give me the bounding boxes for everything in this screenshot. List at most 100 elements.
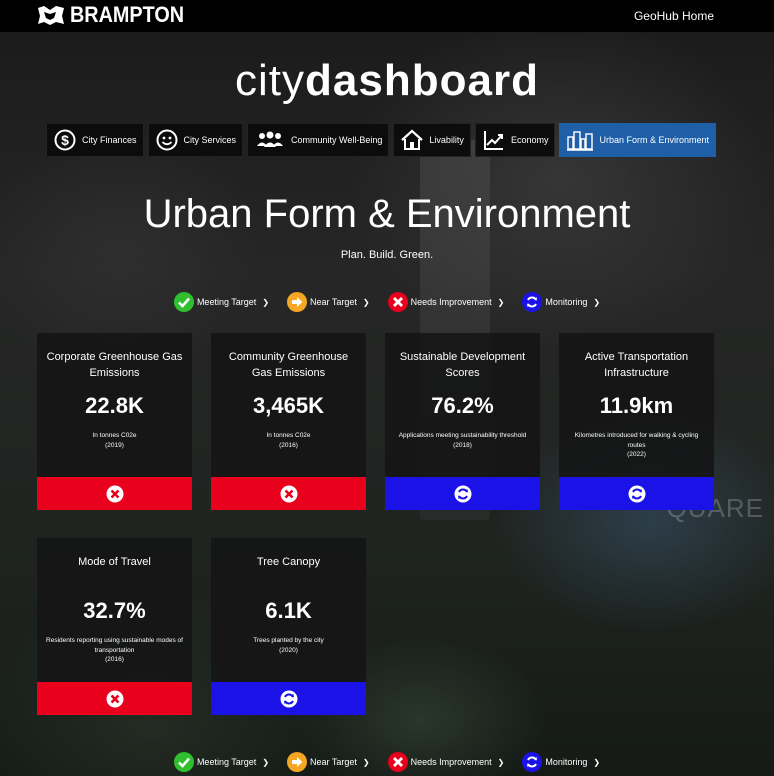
metric-card-tree-canopy[interactable]: Tree Canopy 6.1K Trees planted by the ci… xyxy=(211,538,366,715)
legend-near-target[interactable]: Near Target ❯ xyxy=(287,752,370,772)
card-title: Mode of Travel xyxy=(78,556,151,568)
legend-label: Monitoring xyxy=(545,757,588,767)
legend-meeting-target[interactable]: Meeting Target ❯ xyxy=(173,752,270,772)
top-bar: BRAMPTON GeoHub Home xyxy=(0,0,774,32)
metric-card-mode-of-travel[interactable]: Mode of Travel 32.7% Residents reporting… xyxy=(37,538,192,715)
chevron-down-icon: ❯ xyxy=(362,297,370,307)
card-desc-text: In tonnes C02e xyxy=(266,432,311,439)
metric-card-sustainable-development[interactable]: Sustainable Development Scores 76.2% App… xyxy=(385,333,540,510)
chevron-down-icon: ❯ xyxy=(262,757,270,767)
legend-near-target[interactable]: Near Target ❯ xyxy=(287,292,370,312)
x-circle-icon xyxy=(106,485,123,502)
page-tagline: Plan. Build. Green. xyxy=(340,249,434,261)
nav-item-city-services[interactable]: City Services xyxy=(147,123,244,157)
chart-line-icon xyxy=(482,128,506,152)
card-year: (2019) xyxy=(105,441,124,449)
card-description: In tonnes C02e (2019) xyxy=(43,431,186,450)
legend-monitoring[interactable]: Monitoring ❯ xyxy=(522,752,600,772)
people-icon xyxy=(254,128,286,152)
card-year: (2022) xyxy=(627,451,646,458)
nav-item-city-finances[interactable]: $ City Finances xyxy=(46,123,144,157)
card-value: 22.8K xyxy=(85,393,144,418)
card-year: (2016) xyxy=(279,441,298,449)
check-icon xyxy=(173,292,194,312)
category-nav: $ City Finances City Services Community … xyxy=(46,123,717,157)
arrow-right-icon xyxy=(287,292,308,312)
card-desc-text: Kilometres introduced for walking & cycl… xyxy=(574,432,699,449)
card-description: Kilometres introduced for walking & cycl… xyxy=(565,431,708,460)
card-value: 76.2% xyxy=(431,393,494,418)
status-monitoring[interactable] xyxy=(559,477,714,510)
card-title: Active Transportation Infrastructure xyxy=(584,351,689,379)
nav-item-urban-form-environment[interactable]: Urban Form & Environment xyxy=(559,123,717,157)
nav-label: Community Well-Being xyxy=(291,135,383,145)
legend-meeting-target[interactable]: Meeting Target ❯ xyxy=(173,292,270,312)
status-needs-improvement[interactable] xyxy=(211,477,366,510)
smile-icon xyxy=(155,128,179,152)
nav-label: Livability xyxy=(429,135,464,145)
card-value: 32.7% xyxy=(83,598,146,623)
page-title: Urban Form & Environment xyxy=(143,192,631,236)
x-icon xyxy=(387,752,408,772)
legend-label: Meeting Target xyxy=(196,297,257,307)
status-needs-improvement[interactable] xyxy=(37,682,192,715)
sync-icon xyxy=(522,292,543,312)
card-value: 11.9km xyxy=(599,393,674,418)
brampton-logo-icon xyxy=(38,6,64,25)
x-circle-icon xyxy=(280,485,297,502)
card-desc-text: Trees planted by the city xyxy=(253,637,324,644)
sync-circle-icon xyxy=(454,485,471,502)
legend-label: Needs Improvement xyxy=(410,297,492,307)
legend-monitoring[interactable]: Monitoring ❯ xyxy=(522,292,600,312)
chevron-down-icon: ❯ xyxy=(497,297,505,307)
sync-icon xyxy=(522,752,543,772)
card-year: (2020) xyxy=(279,646,298,654)
card-title: Tree Canopy xyxy=(256,556,321,568)
card-title: Sustainable Development Scores xyxy=(399,351,526,379)
card-desc-text: In tonnes C02e xyxy=(92,432,137,439)
metric-card-community-ghg[interactable]: Community Greenhouse Gas Emissions 3,465… xyxy=(211,333,366,510)
chevron-down-icon: ❯ xyxy=(497,757,505,767)
x-icon xyxy=(387,292,408,312)
status-monitoring[interactable] xyxy=(385,477,540,510)
brand-prefix: city xyxy=(235,56,306,105)
chevron-down-icon: ❯ xyxy=(593,757,601,767)
buildings-icon xyxy=(566,128,594,152)
status-needs-improvement[interactable] xyxy=(37,477,192,510)
nav-label: City Services xyxy=(183,135,237,145)
home-icon xyxy=(400,128,424,152)
card-title: Corporate Greenhouse Gas Emissions xyxy=(46,351,183,379)
legend-needs-improvement[interactable]: Needs Improvement ❯ xyxy=(387,752,505,772)
card-year: (2018) xyxy=(453,441,472,449)
legend-label: Meeting Target xyxy=(196,757,257,767)
chevron-down-icon: ❯ xyxy=(593,297,601,307)
metric-card-corporate-ghg[interactable]: Corporate Greenhouse Gas Emissions 22.8K… xyxy=(37,333,192,510)
card-title: Community Greenhouse Gas Emissions xyxy=(228,351,349,379)
card-description: Applications meeting sustainability thre… xyxy=(391,431,534,450)
card-description: In tonnes C02e (2016) xyxy=(217,431,360,450)
city-dashboard-title: citydashboard xyxy=(0,56,774,106)
nav-item-livability[interactable]: Livability xyxy=(393,123,471,157)
status-legend-bottom: Meeting Target ❯ Near Target ❯ Needs Impro… xyxy=(0,752,774,772)
card-desc-text: Residents reporting using sustainable mo… xyxy=(46,637,183,654)
brand-bold: dashboard xyxy=(305,56,539,105)
legend-needs-improvement[interactable]: Needs Improvement ❯ xyxy=(387,292,505,312)
nav-label: City Finances xyxy=(82,135,137,145)
chevron-down-icon: ❯ xyxy=(362,757,370,767)
brampton-logo[interactable]: BRAMPTON xyxy=(36,2,197,28)
check-icon xyxy=(173,752,194,772)
logo-text: BRAMPTON xyxy=(70,2,185,27)
card-description: Trees planted by the city (2020) xyxy=(217,636,360,655)
nav-item-community-well-being[interactable]: Community Well-Being xyxy=(247,123,390,157)
arrow-right-icon xyxy=(287,752,308,772)
sync-circle-icon xyxy=(628,485,645,502)
chevron-down-icon: ❯ xyxy=(262,297,270,307)
nav-item-economy[interactable]: Economy xyxy=(474,123,556,157)
status-monitoring[interactable] xyxy=(211,682,366,715)
nav-label: Economy xyxy=(510,135,549,145)
svg-text:$: $ xyxy=(61,132,69,148)
card-value: 6.1K xyxy=(265,598,312,623)
nav-label: Urban Form & Environment xyxy=(599,135,710,145)
geohub-home-link[interactable]: GeoHub Home xyxy=(634,9,714,23)
metric-card-active-transportation[interactable]: Active Transportation Infrastructure 11.… xyxy=(559,333,714,510)
